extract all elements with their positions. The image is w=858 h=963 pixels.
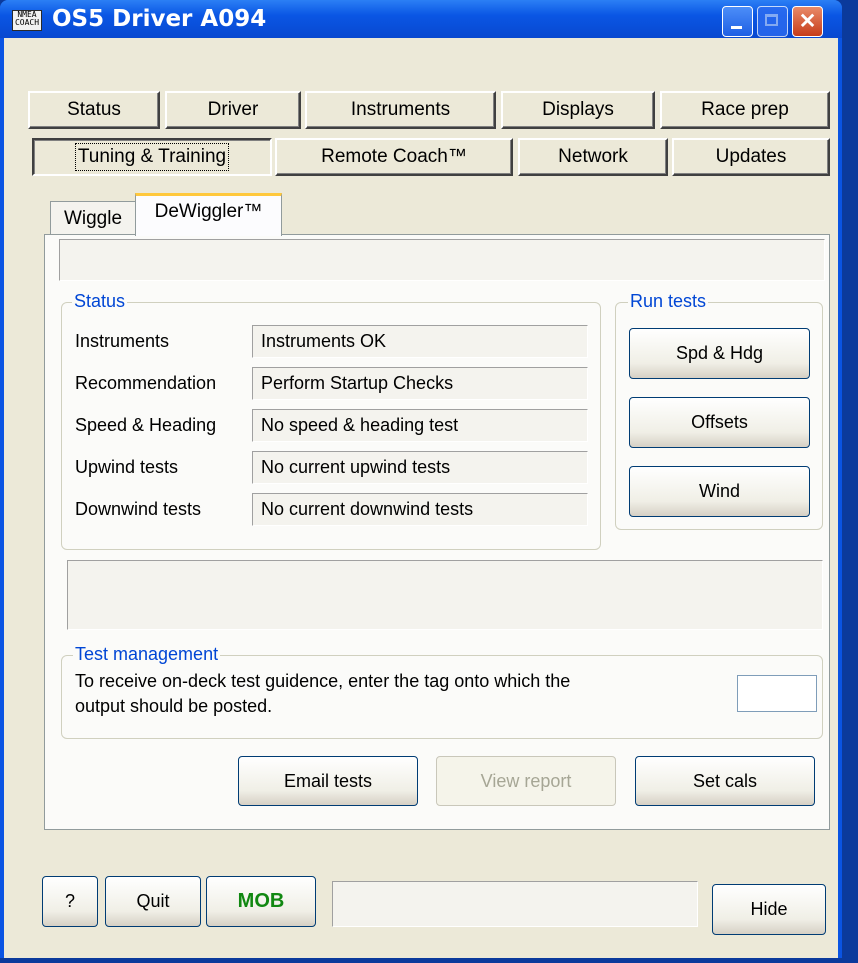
set-cals-button[interactable]: Set cals [635, 756, 815, 806]
speed-heading-label: Speed & Heading [75, 415, 217, 435]
upwind-label: Upwind tests [75, 457, 179, 477]
spd-hdg-button[interactable]: Spd & Hdg [629, 328, 810, 379]
message-bar [59, 239, 825, 281]
bottom-status-bar [332, 881, 698, 927]
tab-remote-coach[interactable]: Remote Coach™ [275, 138, 513, 176]
tab-wiggle[interactable]: Wiggle [50, 201, 136, 235]
info-area [67, 560, 823, 630]
speed-heading-value: No speed & heading test [252, 409, 588, 442]
window-title: OS5 Driver A094 [52, 6, 267, 32]
hide-button[interactable]: Hide [712, 884, 826, 935]
tab-updates[interactable]: Updates [672, 138, 830, 176]
recommendation-label: Recommendation [75, 373, 217, 393]
minimize-icon[interactable] [722, 6, 753, 37]
tag-input[interactable] [737, 675, 817, 712]
maximize-icon[interactable] [757, 6, 788, 37]
tab-instruments[interactable]: Instruments [305, 91, 496, 129]
test-management-text-1: To receive on-deck test guidence, enter … [75, 671, 571, 691]
tab-displays[interactable]: Displays [501, 91, 655, 129]
upwind-value: No current upwind tests [252, 451, 588, 484]
app-window: NMEA COACH OS5 Driver A094 Status Driver… [0, 0, 842, 958]
recommendation-value: Perform Startup Checks [252, 367, 588, 400]
tab-network[interactable]: Network [518, 138, 668, 176]
app-icon: NMEA COACH [12, 10, 42, 31]
tab-dewiggler[interactable]: DeWiggler™ [135, 193, 282, 236]
tab-race-prep[interactable]: Race prep [660, 91, 830, 129]
offsets-button[interactable]: Offsets [629, 397, 810, 448]
tab-status[interactable]: Status [28, 91, 160, 129]
tab-driver[interactable]: Driver [165, 91, 301, 129]
client-area: Status Driver Instruments Displays Race … [4, 38, 838, 958]
help-button[interactable]: ? [42, 876, 98, 927]
status-group-label: Status [72, 291, 128, 311]
instruments-label: Instruments [75, 331, 170, 351]
email-tests-button[interactable]: Email tests [238, 756, 418, 806]
title-bar[interactable]: NMEA COACH OS5 Driver A094 [0, 0, 842, 38]
downwind-value: No current downwind tests [252, 493, 588, 526]
mob-button[interactable]: MOB [206, 876, 316, 927]
close-icon[interactable] [792, 6, 823, 37]
test-management-text-2: output should be posted. [75, 696, 273, 716]
view-report-button[interactable]: View report [436, 756, 616, 806]
test-management-label: Test management [73, 644, 221, 664]
quit-button[interactable]: Quit [105, 876, 201, 927]
downwind-label: Downwind tests [75, 499, 202, 519]
dewiggler-panel: Status Instruments Instruments OK Recomm… [44, 234, 830, 830]
tab-tuning-training[interactable]: Tuning & Training [32, 138, 272, 176]
run-tests-label: Run tests [628, 291, 709, 311]
instruments-value: Instruments OK [252, 325, 588, 358]
wind-button[interactable]: Wind [629, 466, 810, 517]
